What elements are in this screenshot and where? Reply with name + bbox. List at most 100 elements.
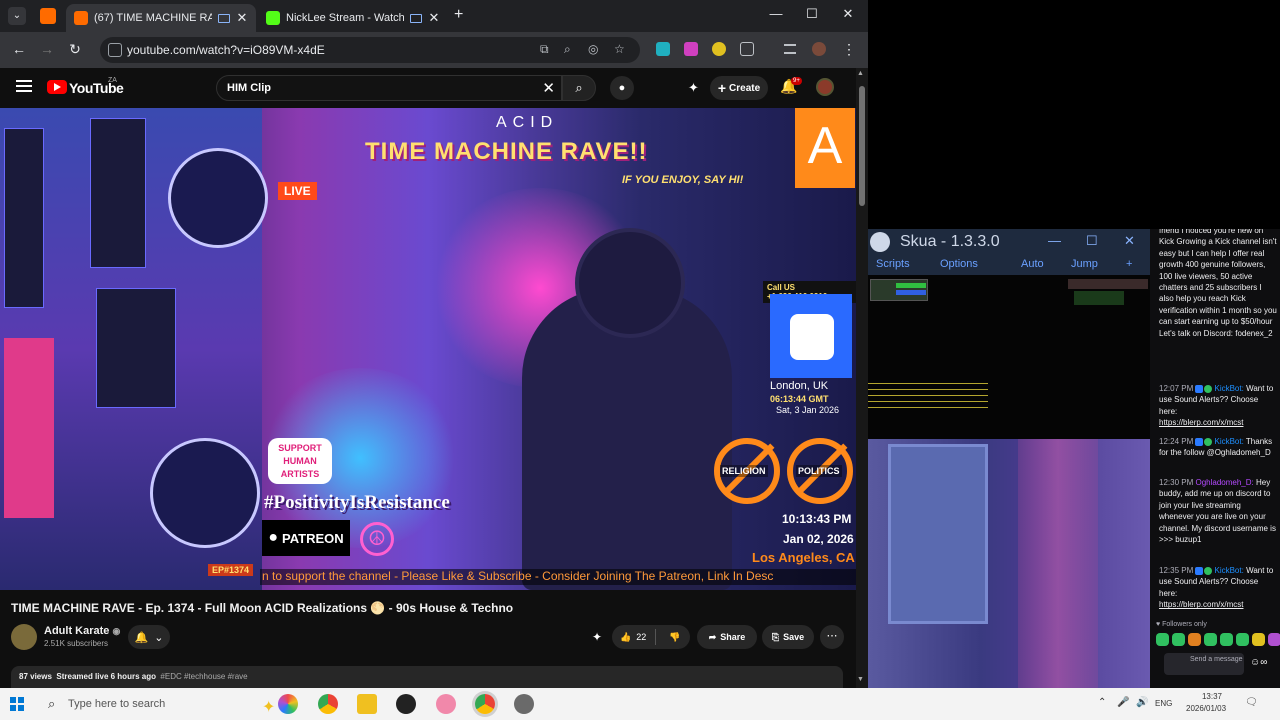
minimize-button[interactable]: — <box>1048 233 1061 248</box>
channel-name[interactable]: Adult Karate ◉ <box>44 625 120 637</box>
close-tab-icon[interactable]: ✕ <box>428 10 440 26</box>
chrome-active-icon[interactable] <box>475 694 495 714</box>
browser-toolbar: ← → ↻ youtube.com/watch?v=iO89VM-x4dE ⧉ … <box>0 32 868 68</box>
tray-overflow-icon[interactable]: ⌃ <box>1098 697 1106 708</box>
target-portrait <box>1068 279 1148 289</box>
message-link[interactable]: https://blerp.com/x/mcst <box>1159 600 1243 609</box>
new-tab-button[interactable]: + <box>454 6 463 24</box>
skua-taskbar-icon[interactable] <box>514 694 534 714</box>
save-label: Save <box>783 632 805 642</box>
pinned-tab-icon[interactable] <box>40 8 56 24</box>
zoom-icon[interactable]: ⌕ <box>564 42 571 57</box>
volume-icon[interactable]: 🔊 <box>1136 697 1148 708</box>
search-button[interactable]: ⌕ <box>562 75 596 101</box>
scrollbar-thumb[interactable] <box>859 86 865 206</box>
menu-scripts[interactable]: Scripts <box>876 258 910 270</box>
tab-kick[interactable]: NickLee Stream - Watch Live ✕ <box>258 4 448 32</box>
emote-icon[interactable] <box>1220 633 1233 646</box>
channel-name-text[interactable]: Adult Karate <box>44 625 109 637</box>
app-icon[interactable] <box>436 694 456 714</box>
verified-badge-icon <box>1204 566 1213 575</box>
copilot-icon[interactable] <box>278 694 298 714</box>
emoji-picker-icon[interactable]: ☺∞ <box>1250 657 1267 668</box>
scroll-down-arrow[interactable]: ▼ <box>857 676 864 683</box>
channel-avatar[interactable] <box>11 624 37 650</box>
maximize-button[interactable]: ☐ <box>802 6 822 22</box>
dislike-icon[interactable]: 👎 <box>669 632 680 643</box>
profile-avatar[interactable] <box>812 42 826 56</box>
extension-icon[interactable] <box>712 42 726 56</box>
close-window-button[interactable]: ✕ <box>1124 233 1135 249</box>
account-avatar[interactable] <box>816 78 834 96</box>
extensions-puzzle-icon[interactable] <box>740 42 754 56</box>
clear-search-icon[interactable]: ✕ <box>542 79 555 97</box>
share-button[interactable]: ➦ Share <box>697 625 757 649</box>
taskbar-search[interactable]: ⌕ Type here to search ✦ <box>44 692 275 716</box>
more-actions-button[interactable]: ⋯ <box>820 625 844 649</box>
site-info-icon[interactable] <box>108 43 122 57</box>
emote-icon[interactable] <box>1252 633 1265 646</box>
language-indicator[interactable]: ENG <box>1155 699 1172 708</box>
create-button[interactable]: + Create <box>710 76 768 100</box>
ask-ai-icon[interactable]: ✦ <box>592 630 602 644</box>
extension-icon[interactable] <box>656 42 670 56</box>
save-button[interactable]: ⎘ Save <box>762 625 814 649</box>
like-icon[interactable]: 👍 <box>620 632 631 643</box>
emote-icon[interactable] <box>1268 633 1280 646</box>
chat-message-input[interactable]: Send a message <box>1164 653 1244 675</box>
extension-icon[interactable] <box>684 42 698 56</box>
message-link[interactable]: https://blerp.com/x/mcst <box>1159 418 1243 427</box>
search-box[interactable]: HIM Clip ✕ <box>216 75 562 101</box>
minimize-button[interactable]: — <box>766 6 786 21</box>
maximize-button[interactable]: ☐ <box>1086 233 1098 249</box>
menu-add[interactable]: + <box>1126 258 1132 270</box>
message-user[interactable]: KickBot: <box>1214 384 1243 393</box>
notifications-icon[interactable]: 🗨 <box>1245 697 1258 708</box>
tracking-protection-icon[interactable]: ◎ <box>588 42 598 56</box>
emote-icon[interactable] <box>1156 633 1169 646</box>
emote-icon[interactable] <box>1172 633 1185 646</box>
scroll-up-arrow[interactable]: ▲ <box>857 70 864 77</box>
system-clock[interactable]: 13:37 2026/01/03 <box>1186 691 1226 715</box>
menu-options[interactable]: Options <box>940 258 978 270</box>
file-explorer-icon[interactable] <box>357 694 377 714</box>
youtube-logo-icon[interactable] <box>47 80 67 94</box>
notification-count-badge: 9+ <box>791 77 802 85</box>
install-app-icon[interactable]: ⧉ <box>540 42 549 57</box>
guide-menu-icon[interactable] <box>16 80 32 92</box>
hashtags[interactable]: #EDC #techhouse #rave <box>160 672 247 681</box>
video-player[interactable]: ACID TIME MACHINE RAVE!! IF YOU ENJOY, S… <box>0 108 856 590</box>
address-bar[interactable]: youtube.com/watch?v=iO89VM-x4dE ⧉ ⌕ ◎ ☆ <box>100 37 640 63</box>
reload-button[interactable]: ↻ <box>66 41 84 58</box>
search-input[interactable]: HIM Clip <box>227 82 271 94</box>
ai-sparkle-icon[interactable]: ✦ <box>688 80 699 96</box>
description-box[interactable]: 87 views Streamed live 6 hours ago #EDC … <box>11 666 843 688</box>
message-user[interactable]: KickBot: <box>1214 437 1243 446</box>
menu-jump[interactable]: Jump <box>1071 258 1098 270</box>
emote-icon[interactable] <box>1204 633 1217 646</box>
bot-badge-icon <box>1195 437 1204 446</box>
close-tab-icon[interactable]: ✕ <box>236 10 248 26</box>
emote-icon[interactable] <box>1236 633 1249 646</box>
forward-button[interactable]: → <box>38 41 56 57</box>
like-count[interactable]: 22 <box>636 632 646 642</box>
browser-menu-icon[interactable]: ⋮ <box>840 41 858 58</box>
tab-search-button[interactable]: ⌄ <box>8 7 26 25</box>
message-user[interactable]: KickBot: <box>1214 566 1243 575</box>
microphone-icon[interactable]: 🎤 <box>1117 697 1129 708</box>
chrome-icon[interactable] <box>318 694 338 714</box>
media-controls-icon[interactable] <box>784 44 796 54</box>
menu-auto[interactable]: Auto <box>1021 258 1044 270</box>
bookmark-star-icon[interactable]: ☆ <box>614 42 625 56</box>
subscription-bell-button[interactable]: 🔔 ⌄ <box>128 625 170 649</box>
game-viewport[interactable] <box>868 275 1150 481</box>
taskbar-search-input[interactable]: Type here to search <box>68 698 165 710</box>
message-user[interactable]: Oghladomeh_D: <box>1195 478 1253 487</box>
tab-youtube[interactable]: (67) TIME MACHINE RAVE - ✕ <box>66 4 256 32</box>
close-window-button[interactable]: ✕ <box>838 6 858 22</box>
emote-icon[interactable] <box>1188 633 1201 646</box>
back-button[interactable]: ← <box>10 41 28 57</box>
obs-icon[interactable] <box>396 694 416 714</box>
start-button[interactable] <box>10 697 24 711</box>
voice-search-icon[interactable]: ● <box>610 76 634 100</box>
